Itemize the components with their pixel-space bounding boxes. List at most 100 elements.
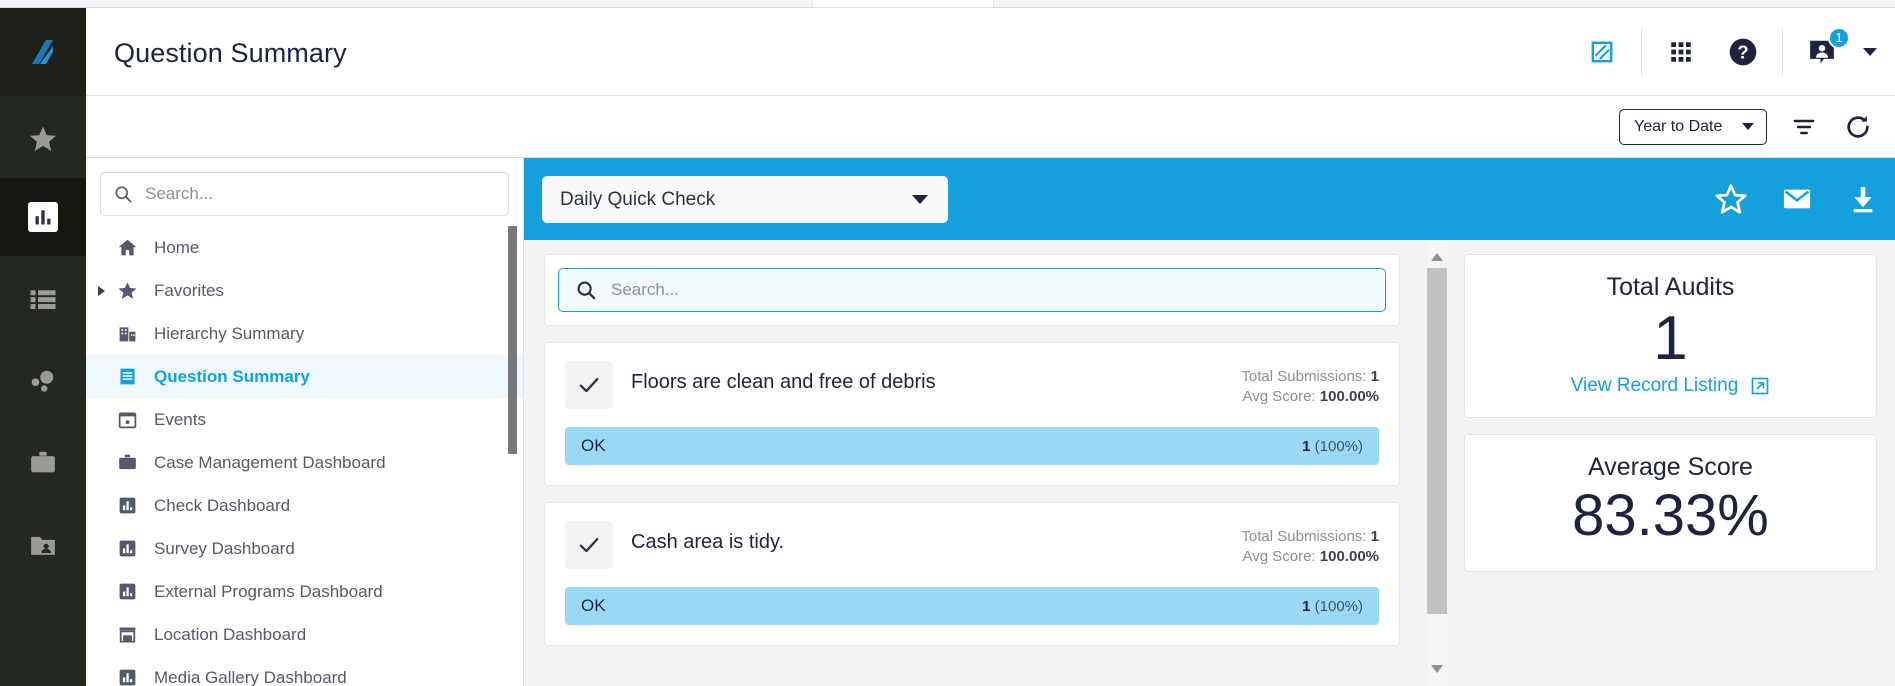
answer-label: OK xyxy=(581,596,606,616)
questions-panel: Search... Floors are clean and free of d… xyxy=(524,240,1420,686)
question-submissions: Total Submissions: 1 xyxy=(1241,527,1379,547)
nav-scrollbar-thumb[interactable] xyxy=(508,226,517,454)
folder-user-rail-icon xyxy=(28,530,58,560)
app-root: Question Summary xyxy=(0,0,1895,686)
view-record-listing-link[interactable]: View Record Listing xyxy=(1571,375,1771,397)
dashboard-rail-icon xyxy=(28,202,58,232)
nav-item-case-management-dashboard[interactable]: Case Management Dashboard xyxy=(86,441,523,484)
nav-item-home[interactable]: Home xyxy=(86,226,523,269)
rail-item-dashboard[interactable] xyxy=(0,178,86,256)
rail-item-list[interactable] xyxy=(0,260,86,338)
nav-item-favorites[interactable]: Favorites xyxy=(86,269,523,312)
nav-item-label: Check Dashboard xyxy=(154,496,290,516)
nav-search-placeholder: Search... xyxy=(145,184,213,204)
answer-count: 1 (100%) xyxy=(1302,598,1363,615)
refresh-icon xyxy=(1844,113,1872,141)
building-icon xyxy=(116,323,138,345)
average-score-value: 83.33% xyxy=(1477,482,1864,550)
total-audits-value: 1 xyxy=(1477,302,1864,375)
apps-button[interactable] xyxy=(1650,8,1712,95)
question-text: Floors are clean and free of debris xyxy=(631,361,1241,394)
refresh-button[interactable] xyxy=(1841,110,1875,144)
nav-item-survey-dashboard[interactable]: Survey Dashboard xyxy=(86,527,523,570)
download-button[interactable] xyxy=(1843,179,1883,219)
rail-item-analytics[interactable] xyxy=(0,342,86,420)
question-text: Cash area is tidy. xyxy=(631,521,1241,554)
rail-item-cases[interactable] xyxy=(0,424,86,502)
messages-button[interactable]: 1 xyxy=(1791,8,1853,95)
question-check-icon xyxy=(565,521,613,569)
list-rail-icon xyxy=(28,284,58,314)
browser-top-strip xyxy=(0,0,1895,8)
avatar[interactable]: 1 xyxy=(1799,29,1845,75)
date-range-select[interactable]: Year to Date xyxy=(1619,109,1767,145)
logo-icon xyxy=(26,35,60,69)
answer-bar[interactable]: OK 1 (100%) xyxy=(565,587,1379,625)
question-stats: Total Submissions: 1 Avg Score: 100.00% xyxy=(1241,361,1379,408)
stats-panel: Total Audits 1 View Record Listing Avera… xyxy=(1454,240,1895,686)
question-search-input[interactable]: Search... xyxy=(558,268,1386,312)
search-icon xyxy=(575,279,597,301)
favorite-button[interactable] xyxy=(1711,179,1751,219)
nav-item-question-summary[interactable]: Question Summary xyxy=(86,355,523,398)
filter-icon xyxy=(1791,114,1817,140)
nav-item-label: Survey Dashboard xyxy=(154,539,295,559)
briefcase-rail-icon xyxy=(28,448,58,478)
nav-item-events[interactable]: Events xyxy=(86,398,523,441)
app-logo[interactable] xyxy=(0,8,86,96)
bar-chart-icon xyxy=(116,581,138,603)
profile-dropdown-caret[interactable] xyxy=(1863,48,1877,56)
scroll-down-arrow-icon[interactable] xyxy=(1431,665,1443,673)
nav-item-label: Home xyxy=(154,238,199,258)
view-record-listing-label: View Record Listing xyxy=(1571,375,1739,397)
nav-item-external-programs-dashboard[interactable]: External Programs Dashboard xyxy=(86,570,523,613)
nav-item-label: Events xyxy=(154,410,206,430)
questions-scrollbar[interactable] xyxy=(1420,240,1454,686)
nav-item-label: Question Summary xyxy=(154,367,310,387)
nav-item-label: Hierarchy Summary xyxy=(154,324,304,344)
filter-button[interactable] xyxy=(1787,110,1821,144)
question-card[interactable]: Floors are clean and free of debris Tota… xyxy=(544,342,1400,486)
check-icon xyxy=(576,532,602,558)
question-card[interactable]: Cash area is tidy. Total Submissions: 1 … xyxy=(544,502,1400,646)
nav-item-hierarchy-summary[interactable]: Hierarchy Summary xyxy=(86,312,523,355)
nav-item-media-gallery-dashboard[interactable]: Media Gallery Dashboard xyxy=(86,656,523,686)
question-search-card: Search... xyxy=(544,254,1400,326)
nav-item-location-dashboard[interactable]: Location Dashboard xyxy=(86,613,523,656)
nav-item-label: Case Management Dashboard xyxy=(154,453,386,473)
nav-item-label: Location Dashboard xyxy=(154,625,306,645)
rail-item-favorites[interactable] xyxy=(0,100,86,178)
chevron-right-icon[interactable] xyxy=(98,286,105,296)
edit-note-button[interactable] xyxy=(1571,8,1633,95)
icon-rail xyxy=(0,8,86,686)
checklist-action-icons xyxy=(1711,158,1883,240)
checklist-select-value: Daily Quick Check xyxy=(560,189,715,211)
bar-chart-icon xyxy=(116,495,138,517)
email-button[interactable] xyxy=(1777,179,1817,219)
checklist-select[interactable]: Daily Quick Check xyxy=(542,176,948,223)
page-title: Question Summary xyxy=(114,38,347,69)
questions-scrollbar-thumb[interactable] xyxy=(1427,268,1447,614)
scroll-up-arrow-icon[interactable] xyxy=(1431,253,1443,261)
nav-item-check-dashboard[interactable]: Check Dashboard xyxy=(86,484,523,527)
nav-search-input[interactable]: Search... xyxy=(100,172,509,216)
rail-item-records[interactable] xyxy=(0,506,86,584)
download-icon xyxy=(1847,183,1879,215)
email-icon xyxy=(1781,183,1813,215)
nav-scrollbar[interactable] xyxy=(508,226,517,678)
question-stats: Total Submissions: 1 Avg Score: 100.00% xyxy=(1241,521,1379,568)
message-badge: 1 xyxy=(1828,27,1850,49)
average-score-title: Average Score xyxy=(1477,453,1864,482)
nav-list: Home Favorites Hierarchy Summary xyxy=(86,222,523,686)
answer-label: OK xyxy=(581,436,606,456)
external-link-icon xyxy=(1750,376,1770,396)
nav-item-label: Favorites xyxy=(154,281,224,301)
answer-bar[interactable]: OK 1 (100%) xyxy=(565,427,1379,465)
briefcase-icon xyxy=(116,452,138,474)
total-audits-title: Total Audits xyxy=(1477,273,1864,302)
chevron-down-icon xyxy=(1742,123,1754,130)
top-strip-nub xyxy=(812,0,994,7)
help-button[interactable]: ? xyxy=(1712,8,1774,95)
store-icon xyxy=(116,624,138,646)
help-circle-icon: ? xyxy=(1727,36,1759,68)
